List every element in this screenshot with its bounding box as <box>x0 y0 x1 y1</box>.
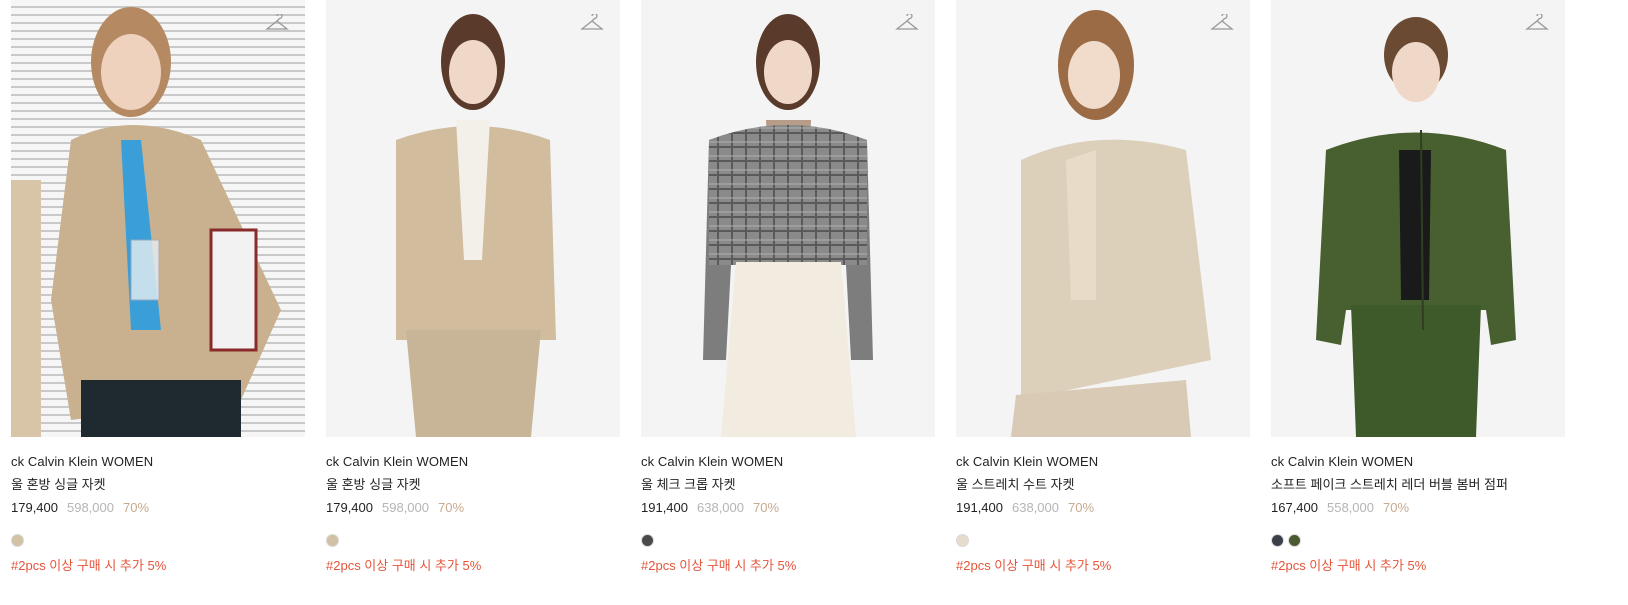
hanger-icon[interactable] <box>1525 14 1549 34</box>
product-name[interactable]: 울 체크 크롭 자켓 <box>641 477 935 493</box>
color-swatches <box>1271 534 1565 548</box>
product-image[interactable] <box>641 0 935 437</box>
color-swatch[interactable] <box>1288 534 1301 547</box>
price-row: 167,400 558,000 70% <box>1271 500 1565 516</box>
promo-text: #2pcs 이상 구매 시 추가 5% <box>326 558 482 573</box>
color-swatch[interactable] <box>11 534 24 547</box>
color-swatch[interactable] <box>326 534 339 547</box>
model-photo <box>11 7 281 437</box>
model-photo <box>1011 10 1211 437</box>
color-swatches <box>11 534 305 548</box>
product-name[interactable]: 울 혼방 싱글 자켓 <box>326 477 620 493</box>
model-photo <box>396 14 556 437</box>
product-card[interactable]: ck Calvin Klein WOMEN 울 혼방 싱글 자켓 179,400… <box>326 0 620 574</box>
product-image[interactable] <box>956 0 1250 437</box>
product-card[interactable]: ck Calvin Klein WOMEN 울 체크 크롭 자켓 191,400… <box>641 0 935 574</box>
product-card[interactable]: ck Calvin Klein WOMEN 울 혼방 싱글 자켓 179,400… <box>11 0 305 574</box>
product-name[interactable]: 소프트 페이크 스트레치 레더 버블 봄버 점퍼 <box>1271 477 1565 493</box>
product-image[interactable] <box>326 0 620 437</box>
product-card[interactable]: ck Calvin Klein WOMEN 소프트 페이크 스트레치 레더 버블… <box>1271 0 1565 574</box>
price-row: 191,400 638,000 70% <box>956 500 1250 516</box>
color-swatches <box>641 534 935 548</box>
product-image[interactable] <box>1271 0 1565 437</box>
sale-price: 167,400 <box>1271 500 1318 515</box>
color-swatch[interactable] <box>641 534 654 547</box>
color-swatch[interactable] <box>1271 534 1284 547</box>
original-price: 598,000 <box>67 500 114 515</box>
sale-price: 179,400 <box>11 500 58 515</box>
price-row: 179,400 598,000 70% <box>326 500 620 516</box>
original-price: 598,000 <box>382 500 429 515</box>
model-photo <box>1316 17 1516 437</box>
discount-rate: 70% <box>1383 500 1410 515</box>
product-brand[interactable]: ck Calvin Klein WOMEN <box>326 454 620 470</box>
color-swatches <box>326 534 620 548</box>
promo-text: #2pcs 이상 구매 시 추가 5% <box>641 558 797 573</box>
hanger-icon[interactable] <box>265 14 289 34</box>
product-brand[interactable]: ck Calvin Klein WOMEN <box>1271 454 1565 470</box>
discount-rate: 70% <box>438 500 465 515</box>
sale-price: 191,400 <box>641 500 688 515</box>
promo-text: #2pcs 이상 구매 시 추가 5% <box>1271 558 1427 573</box>
model-photo <box>703 14 873 437</box>
hanger-icon[interactable] <box>895 14 919 34</box>
product-name[interactable]: 울 스트레치 수트 자켓 <box>956 477 1250 493</box>
original-price: 638,000 <box>1012 500 1059 515</box>
sale-price: 191,400 <box>956 500 1003 515</box>
original-price: 638,000 <box>697 500 744 515</box>
promo-text: #2pcs 이상 구매 시 추가 5% <box>11 558 167 573</box>
discount-rate: 70% <box>123 500 150 515</box>
discount-rate: 70% <box>753 500 780 515</box>
sale-price: 179,400 <box>326 500 373 515</box>
color-swatch[interactable] <box>956 534 969 547</box>
product-brand[interactable]: ck Calvin Klein WOMEN <box>641 454 935 470</box>
original-price: 558,000 <box>1327 500 1374 515</box>
price-row: 191,400 638,000 70% <box>641 500 935 516</box>
product-brand[interactable]: ck Calvin Klein WOMEN <box>11 454 305 470</box>
hanger-icon[interactable] <box>1210 14 1234 34</box>
product-image[interactable] <box>11 0 305 437</box>
discount-rate: 70% <box>1068 500 1095 515</box>
promo-text: #2pcs 이상 구매 시 추가 5% <box>956 558 1112 573</box>
price-row: 179,400 598,000 70% <box>11 500 305 516</box>
product-brand[interactable]: ck Calvin Klein WOMEN <box>956 454 1250 470</box>
hanger-icon[interactable] <box>580 14 604 34</box>
color-swatches <box>956 534 1250 548</box>
product-grid: ck Calvin Klein WOMEN 울 혼방 싱글 자켓 179,400… <box>11 0 1565 574</box>
product-name[interactable]: 울 혼방 싱글 자켓 <box>11 477 305 493</box>
product-card[interactable]: ck Calvin Klein WOMEN 울 스트레치 수트 자켓 191,4… <box>956 0 1250 574</box>
